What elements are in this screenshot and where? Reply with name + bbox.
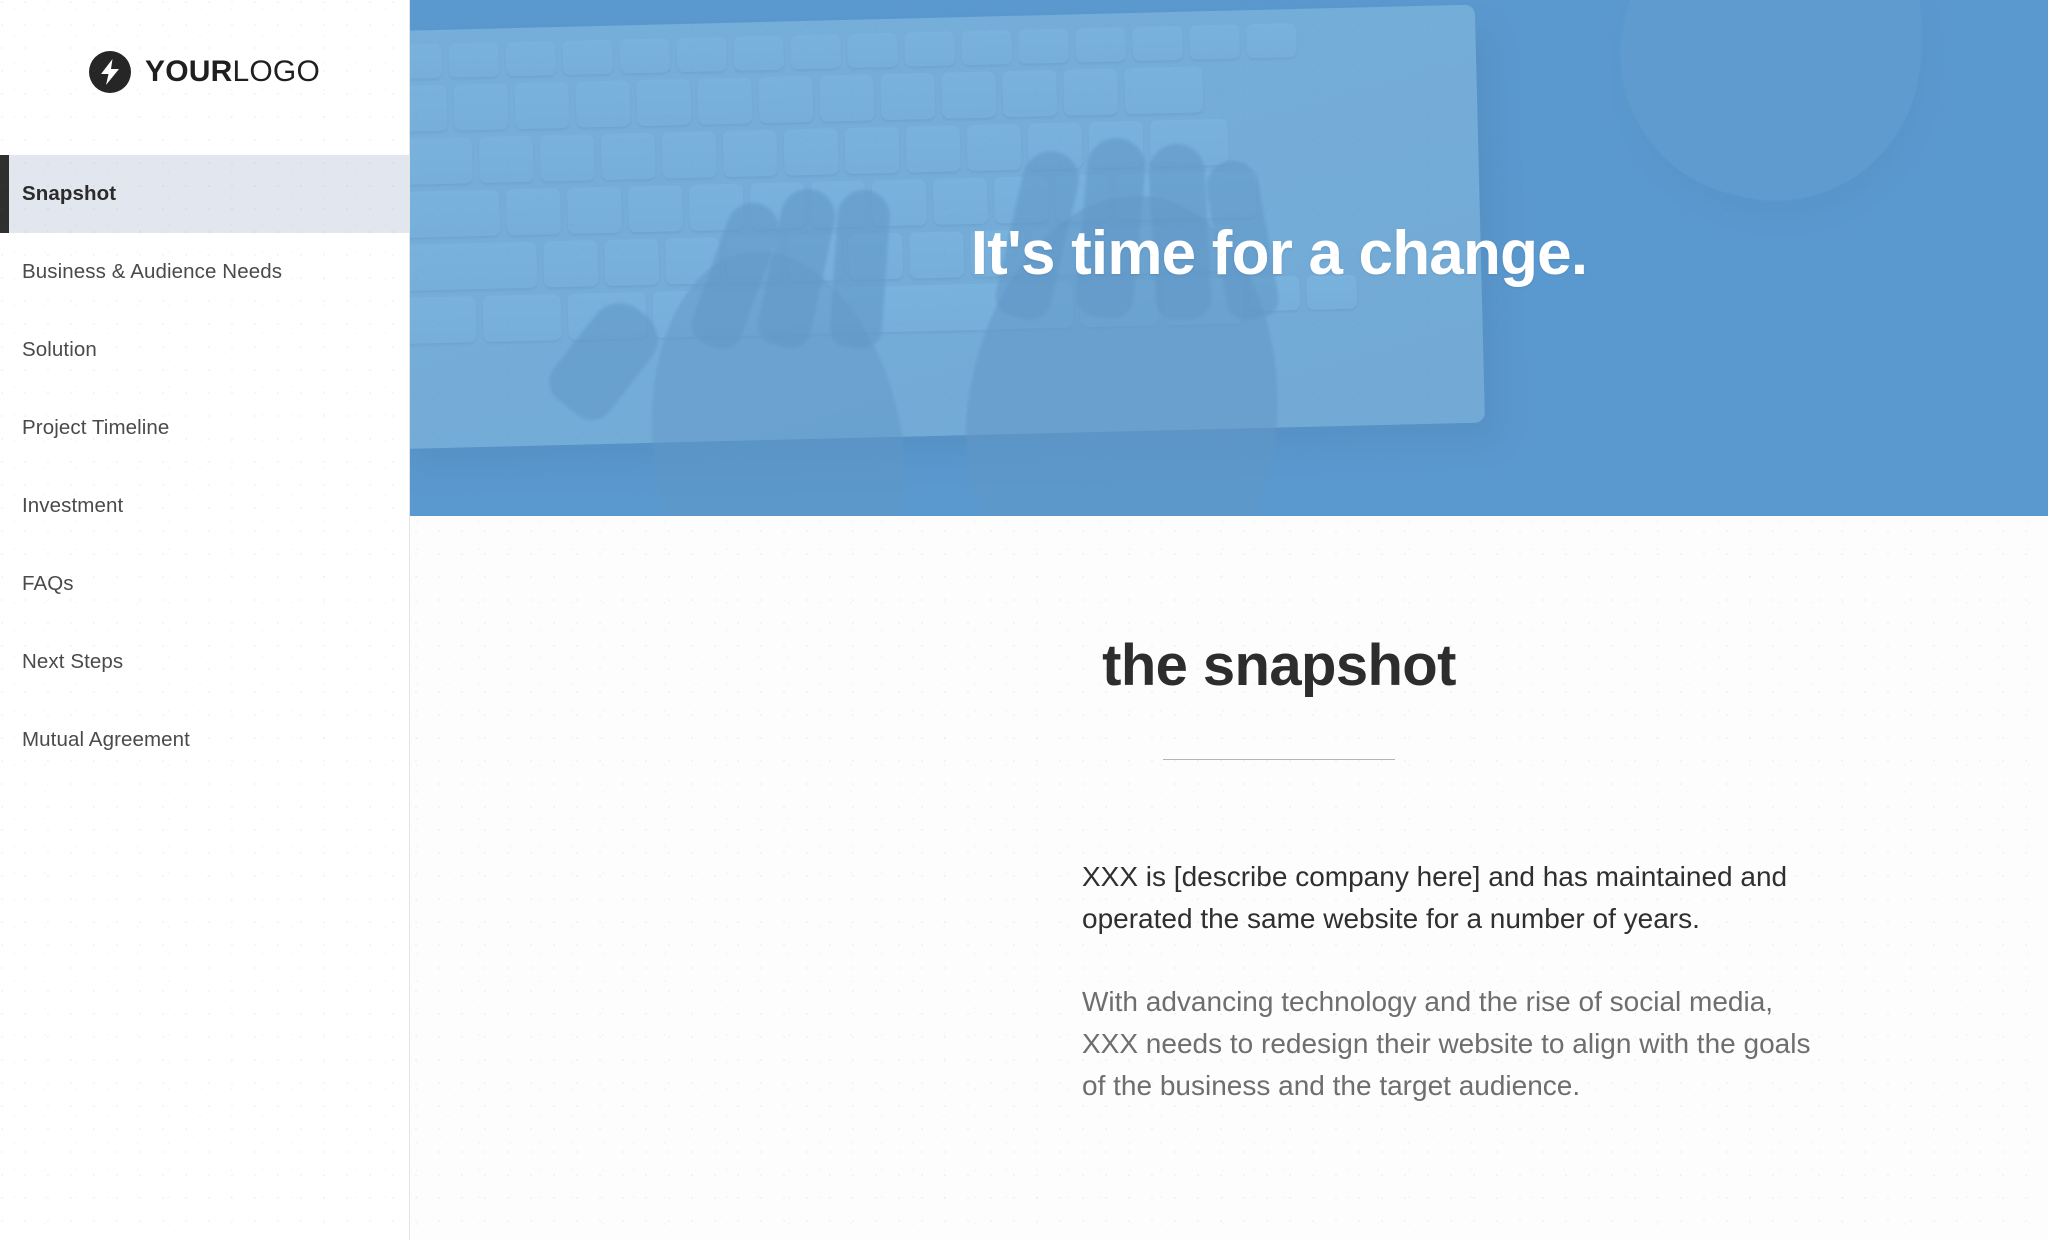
- sidebar-item-label: Investment: [22, 494, 124, 517]
- sidebar-item-label: FAQs: [22, 572, 74, 595]
- sidebar-item-label: Solution: [22, 338, 97, 361]
- paragraph-2: With advancing technology and the rise o…: [1082, 986, 1811, 1101]
- sidebar-item-label: Mutual Agreement: [22, 728, 190, 751]
- sidebar-item-project-timeline[interactable]: Project Timeline: [0, 389, 409, 467]
- sidebar-item-solution[interactable]: Solution: [0, 311, 409, 389]
- sidebar-item-snapshot[interactable]: Snapshot: [0, 155, 409, 233]
- logo-text: YOURLOGO: [145, 57, 320, 87]
- sidebar-item-label: Business & Audience Needs: [22, 260, 283, 283]
- sidebar-item-mutual-agreement[interactable]: Mutual Agreement: [0, 701, 409, 779]
- sidebar-nav: Snapshot Business & Audience Needs Solut…: [0, 150, 409, 779]
- paragraph-1: XXX is [describe company here] and has m…: [1082, 861, 1788, 934]
- hero-banner: It's time for a change.: [410, 0, 2048, 516]
- sidebar: YOURLOGO Snapshot Business & Audience Ne…: [0, 0, 410, 1240]
- sidebar-item-investment[interactable]: Investment: [0, 467, 409, 545]
- body-copy: XXX is [describe company here] and has m…: [410, 856, 2048, 1107]
- hero-title: It's time for a change.: [970, 219, 1588, 288]
- divider: [410, 759, 2048, 760]
- sidebar-item-next-steps[interactable]: Next Steps: [0, 623, 409, 701]
- sidebar-item-label: Next Steps: [22, 650, 124, 673]
- sidebar-item-label: Snapshot: [22, 182, 117, 205]
- logo[interactable]: YOURLOGO: [0, 0, 409, 150]
- page-title: the snapshot: [1102, 633, 1456, 698]
- logo-text-bold: YOUR: [145, 55, 233, 88]
- logo-text-light: LOGO: [232, 55, 320, 88]
- main-content: It's time for a change. the snapshot XXX…: [410, 0, 2048, 1240]
- proposal-page: YOURLOGO Snapshot Business & Audience Ne…: [0, 0, 2048, 1240]
- sidebar-item-business-audience-needs[interactable]: Business & Audience Needs: [0, 233, 409, 311]
- snapshot-section: the snapshot XXX is [describe company he…: [410, 516, 2048, 1107]
- lightning-bolt-icon: [89, 51, 131, 93]
- sidebar-item-faqs[interactable]: FAQs: [0, 545, 409, 623]
- sidebar-item-label: Project Timeline: [22, 416, 170, 439]
